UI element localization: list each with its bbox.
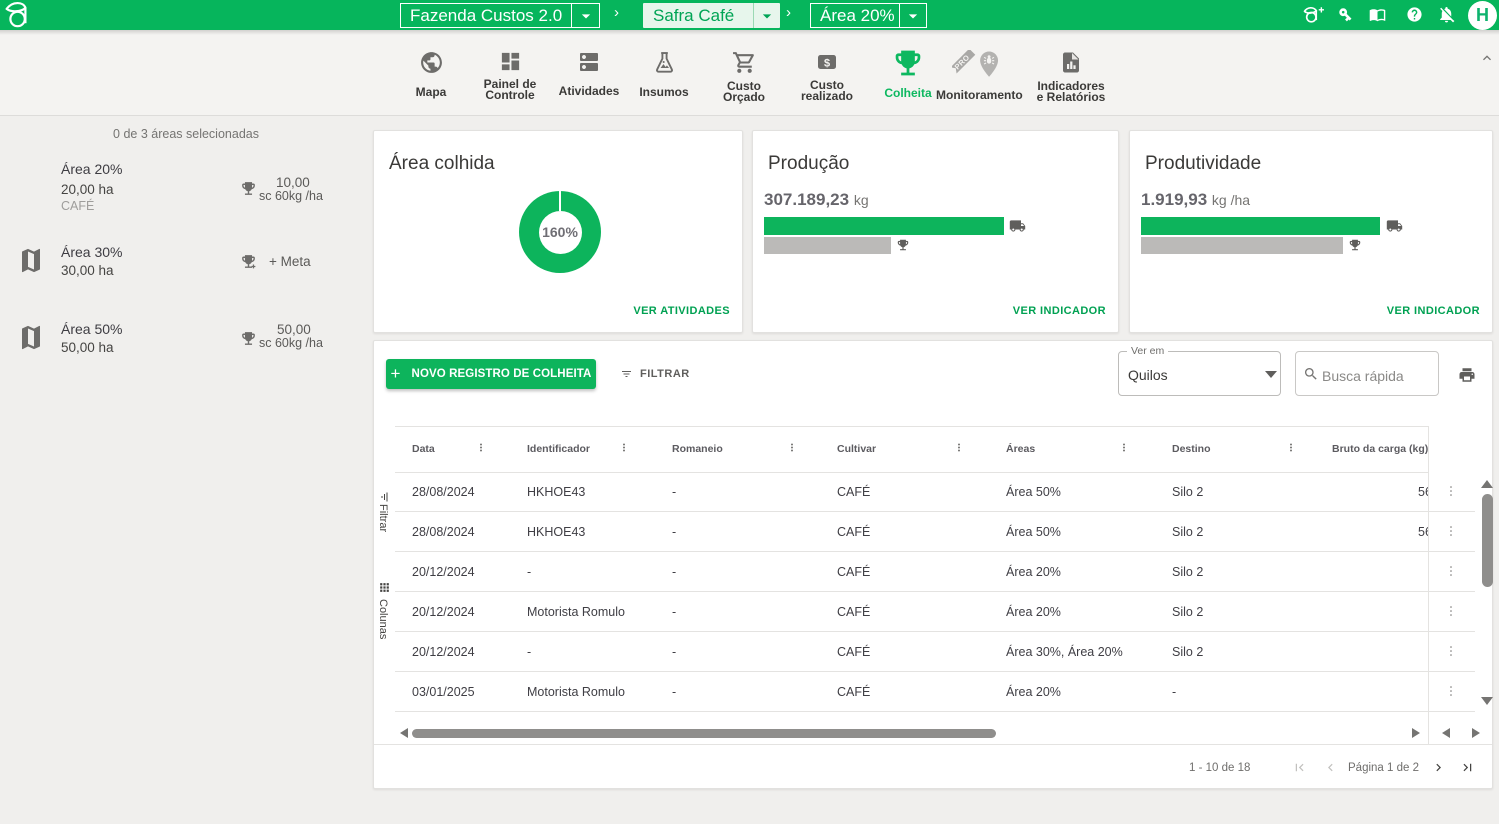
svg-text:$: $	[824, 57, 830, 69]
